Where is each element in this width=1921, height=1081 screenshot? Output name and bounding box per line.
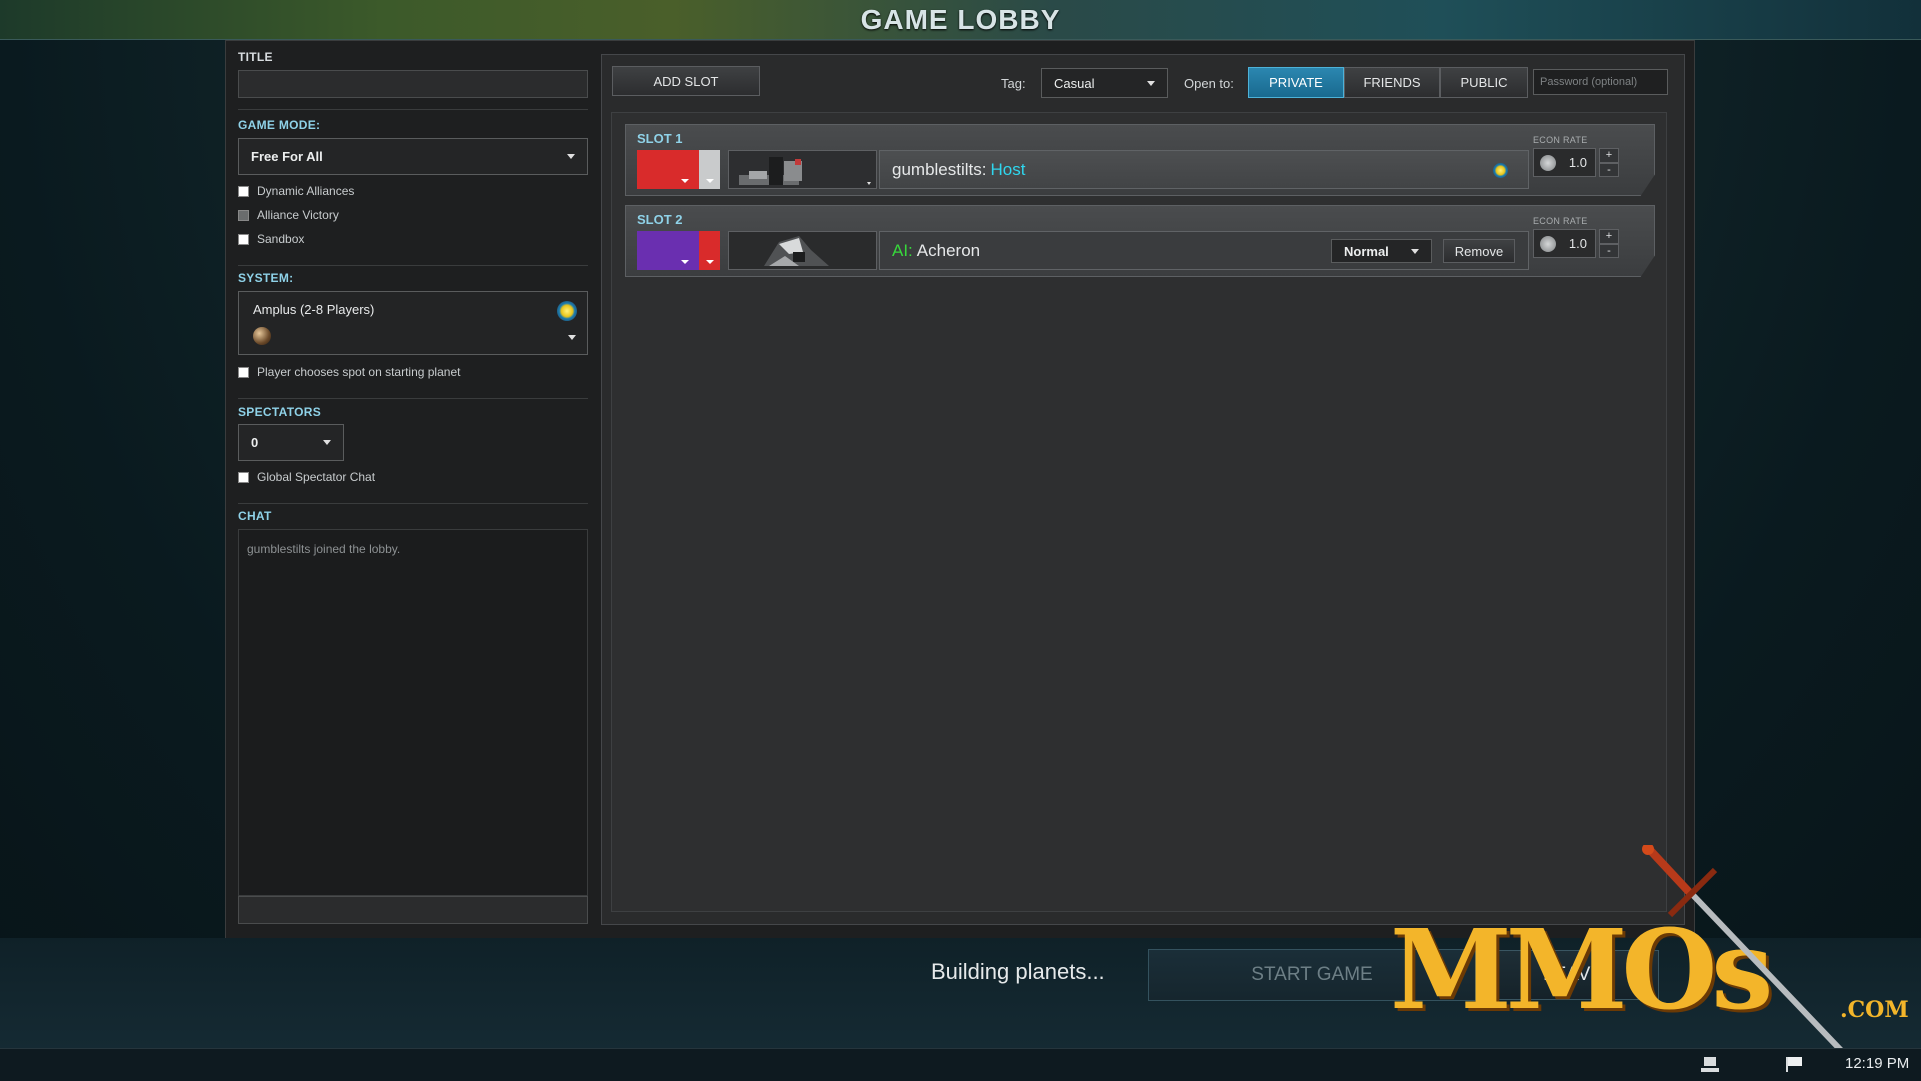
option-label: Global Spectator Chat <box>257 470 376 484</box>
chevron-down-icon <box>1147 80 1155 86</box>
network-icon[interactable] <box>1700 1056 1720 1073</box>
econ-decrease-button[interactable]: - <box>1599 243 1619 258</box>
flag-icon[interactable] <box>1784 1056 1804 1073</box>
planet-icon <box>253 327 271 345</box>
spectator-chat-checkbox[interactable]: Global Spectator Chat <box>238 470 375 484</box>
checkbox-box <box>238 209 249 221</box>
econ-increase-button[interactable]: + <box>1599 148 1619 163</box>
add-slot-button[interactable]: ADD SLOT <box>612 66 760 96</box>
sword-icon <box>1642 845 1858 1068</box>
option-label: Player chooses spot on starting planet <box>257 365 461 379</box>
dynamic-alliances-checkbox[interactable]: Dynamic Alliances <box>238 184 354 198</box>
spectators-label: SPECTATORS <box>238 405 322 419</box>
divider <box>238 398 588 399</box>
slot-title: SLOT 1 <box>637 131 683 146</box>
system-label: SYSTEM: <box>238 271 294 285</box>
spectators-value: 0 <box>251 435 259 450</box>
name-separator: : <box>981 159 987 179</box>
password-input[interactable]: Password (optional) <box>1533 69 1668 95</box>
page-title: GAME LOBBY <box>860 4 1061 35</box>
chevron-down-icon <box>568 335 576 340</box>
chevron-down-icon <box>1411 248 1419 254</box>
game-mode-dropdown[interactable]: Free For All <box>238 138 588 175</box>
chat-label: CHAT <box>238 509 272 523</box>
visibility-private-button[interactable]: PRIVATE <box>1248 67 1344 98</box>
title-input[interactable] <box>238 70 588 98</box>
title-label: TITLE <box>238 50 273 64</box>
econ-rate-value: 1.0 <box>1568 236 1587 251</box>
visibility-friends-button[interactable]: FRIENDS <box>1344 67 1440 98</box>
status-text: Building planets... <box>931 959 1105 984</box>
secondary-color-picker[interactable] <box>699 231 720 270</box>
commander-selector[interactable] <box>728 231 877 270</box>
taskbar-clock: 12:19 PM <box>1845 1055 1910 1072</box>
slot-1: SLOT 1 gumblestilts : Host ECON RATE 1.0… <box>625 124 1655 196</box>
open-to-label: Open to: <box>1184 76 1234 91</box>
commander-icon <box>764 236 829 266</box>
settings-panel: TITLE GAME MODE: Free For All Dynamic Al… <box>238 45 588 925</box>
econ-rate-label: ECON RATE <box>1533 135 1588 145</box>
econ-rate-stepper: + - <box>1599 229 1619 258</box>
system-name: Amplus (2-8 Players) <box>253 302 375 317</box>
ready-status-icon <box>1493 163 1508 178</box>
econ-rate-field[interactable]: 1.0 <box>1533 229 1596 258</box>
chevron-down-icon <box>323 440 331 445</box>
player-spot-checkbox[interactable]: Player chooses spot on starting planet <box>238 365 460 379</box>
ai-tag: AI: <box>892 240 913 260</box>
sandbox-checkbox[interactable]: Sandbox <box>238 232 354 246</box>
remove-ai-button[interactable]: Remove <box>1443 239 1515 263</box>
commander-selector[interactable] <box>728 150 877 189</box>
metal-icon <box>1540 155 1556 171</box>
econ-increase-button[interactable]: + <box>1599 229 1619 244</box>
divider <box>238 109 588 110</box>
econ-rate-stepper: + - <box>1599 148 1619 177</box>
status-indicator-icon <box>557 301 577 321</box>
alliance-victory-checkbox[interactable]: Alliance Victory <box>238 208 354 222</box>
commander-icon <box>739 157 871 185</box>
tag-label: Tag: <box>1001 76 1026 91</box>
chevron-down-icon <box>681 179 689 183</box>
player-name: Acheron <box>916 240 981 260</box>
option-label: Alliance Victory <box>257 208 339 222</box>
chevron-down-icon <box>567 154 575 159</box>
checkbox-box <box>238 233 249 245</box>
visibility-public-button[interactable]: PUBLIC <box>1440 67 1528 98</box>
primary-color-picker[interactable] <box>637 231 699 270</box>
player-name-bar: gumblestilts : Host <box>879 150 1529 189</box>
system-taskbar <box>0 1048 1921 1081</box>
metal-icon <box>1540 236 1556 252</box>
checkbox-box <box>238 185 249 197</box>
spectators-dropdown[interactable]: 0 <box>238 424 344 461</box>
chevron-down-icon <box>681 260 689 264</box>
econ-rate-value: 1.0 <box>1568 155 1587 170</box>
tag-value: Casual <box>1054 75 1095 91</box>
game-mode-label: GAME MODE: <box>238 118 321 132</box>
option-label: Sandbox <box>257 232 305 246</box>
chat-log: gumblestilts joined the lobby. <box>238 529 588 896</box>
chevron-down-icon <box>705 179 714 183</box>
ai-difficulty-value: Normal <box>1344 243 1389 259</box>
secondary-color-picker[interactable] <box>699 150 720 189</box>
chat-input[interactable] <box>238 896 588 924</box>
slot-title: SLOT 2 <box>637 212 683 227</box>
econ-rate-label: ECON RATE <box>1533 216 1588 226</box>
game-mode-value: Free For All <box>251 149 323 164</box>
chat-message: gumblestilts joined the lobby. <box>247 542 401 556</box>
chevron-down-icon <box>705 260 714 264</box>
divider <box>238 503 588 504</box>
econ-rate-field[interactable]: 1.0 <box>1533 148 1596 177</box>
ai-difficulty-dropdown[interactable]: Normal <box>1331 239 1432 263</box>
player-name: gumblestilts <box>892 159 982 179</box>
checkbox-box <box>238 471 249 483</box>
divider <box>238 265 588 266</box>
option-label: Dynamic Alliances <box>257 184 355 198</box>
econ-decrease-button[interactable]: - <box>1599 162 1619 177</box>
primary-color-picker[interactable] <box>637 150 699 189</box>
host-tag: Host <box>990 159 1026 179</box>
slot-2: SLOT 2 AI: Acheron Normal Remove ECON RA… <box>625 205 1655 277</box>
tag-dropdown[interactable]: Casual <box>1041 68 1168 98</box>
system-selector[interactable]: Amplus (2-8 Players) <box>238 291 588 355</box>
checkbox-box <box>238 366 249 378</box>
